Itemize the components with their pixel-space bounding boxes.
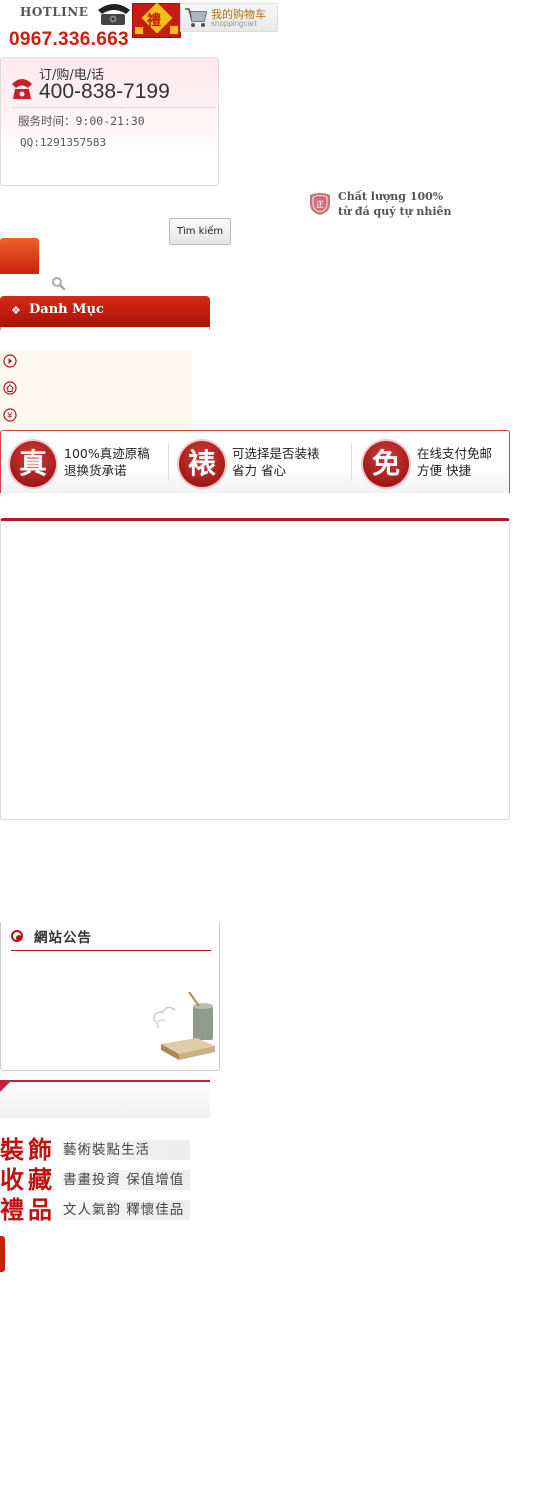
trust-item-authentic: 100%真迹原稿 退换货承诺 [64, 445, 150, 479]
home-icon[interactable] [3, 381, 17, 395]
quality-shield-icon: 正 [310, 193, 330, 215]
trust-line: 在线支付免邮 [417, 446, 493, 461]
search-button[interactable]: Tìm kiếm [169, 218, 231, 245]
hotline-number[interactable]: 0967.336.663 [9, 29, 129, 51]
trust-line: 省力 省心 [232, 463, 286, 478]
order-phone-number: 400-838-7199 [39, 80, 170, 103]
bullet-dot [16, 935, 22, 941]
corner-triangle [0, 1080, 12, 1092]
quality-line-1: Chất lượng 100% [338, 190, 444, 203]
red-side-tab[interactable] [0, 1236, 5, 1272]
order-hotline-box: 订/购/电/话 400-838-7199 服务时间：9:00-21:30 QQ:… [0, 57, 219, 186]
gift-icon[interactable]: 禮 [132, 2, 181, 38]
authentic-badge: 真 [10, 441, 56, 487]
service-hours: 服务时间：9:00-21:30 [18, 114, 145, 128]
phone-handset-icon [12, 79, 32, 99]
main-content-panel [0, 518, 510, 820]
feature-gift: 禮品 文人氣韵 釋懷佳品 [0, 1192, 190, 1224]
gift-text: 禮 [147, 13, 161, 29]
cart-icon [185, 8, 207, 27]
trust-item-mounting: 可选择是否装裱 省力 省心 [232, 445, 320, 479]
svg-text:¥: ¥ [7, 412, 13, 422]
feature-decoration: 裝飾 藝術裝點生活 [0, 1132, 190, 1164]
category-header-edge [0, 327, 210, 330]
order-divider [13, 107, 215, 108]
feature-small-text: 文人氣韵 釋懷佳品 [61, 1200, 190, 1220]
notice-panel: 網站公告 [0, 922, 220, 1071]
feature-small-text: 書畫投資 保值增值 [61, 1170, 190, 1190]
trust-divider [351, 443, 352, 481]
mounting-badge: 裱 [179, 441, 225, 487]
shopping-cart-button[interactable]: 我的购物车 shoppingcart [180, 3, 278, 32]
notice-underline [11, 950, 211, 951]
trust-item-shipping: 在线支付免邮 方便 快捷 [417, 445, 492, 479]
trust-bar: 真 100%真迹原稿 退换货承诺 裱 可选择是否装裱 省力 省心 免 在线支付免… [0, 430, 510, 493]
feature-big-text: 禮品 [0, 1195, 56, 1224]
red-tab[interactable] [0, 238, 39, 274]
category-header: ❖ Danh Mục [0, 296, 210, 327]
svg-text:正: 正 [316, 200, 324, 209]
telephone-icon [98, 4, 130, 25]
notice-title: 網站公告 [34, 930, 92, 946]
trust-line: 退换货承诺 [64, 463, 127, 478]
cart-subtitle: shoppingcart [211, 19, 257, 28]
feature-collection: 收藏 書畫投資 保值增值 [0, 1162, 190, 1194]
quality-line-2: từ đá quý tự nhiên [338, 205, 452, 218]
free-shipping-badge: 免 [363, 441, 409, 487]
hotline-label: HOTLINE [20, 5, 89, 19]
trust-line: 可选择是否装裱 [232, 446, 320, 461]
yen-icon[interactable]: ¥ [3, 408, 17, 422]
category-title: Danh Mục [29, 302, 104, 317]
gift-tag [135, 27, 143, 34]
section-header-box [0, 1080, 210, 1118]
book-and-brush-icon [153, 992, 215, 1060]
gift-tag [170, 26, 178, 34]
category-list: ¥ [0, 350, 192, 427]
diamond-icon: ❖ [11, 304, 21, 317]
feature-small-text: 藝術裝點生活 [61, 1140, 190, 1160]
trust-line: 100%真迹原稿 [64, 446, 150, 461]
arrow-circle-icon[interactable] [3, 354, 17, 368]
trust-divider [168, 443, 169, 481]
quality-text: Chất lượng 100% từ đá quý tự nhiên [338, 189, 452, 219]
search-icon[interactable] [51, 276, 66, 291]
bullet-circle-icon [11, 930, 23, 942]
trust-line: 方便 快捷 [417, 463, 471, 478]
qq-number[interactable]: QQ:1291357583 [20, 136, 106, 149]
